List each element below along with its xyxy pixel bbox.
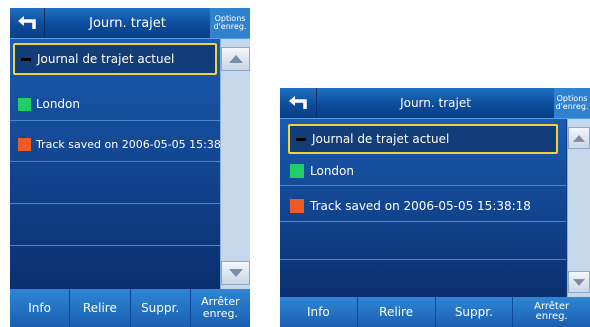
scroll-down-button[interactable] (221, 261, 250, 285)
replay-button[interactable]: Relire (358, 297, 436, 327)
track-item-saved[interactable]: Track saved on 2006-05-05 15:38:18 (280, 191, 566, 222)
scroll-up-button[interactable] (568, 127, 590, 149)
track-color-marker (296, 137, 306, 141)
track-item-empty (280, 265, 566, 295)
scroll-down-icon (573, 278, 585, 286)
options-label-line2: d'enreg. (555, 102, 589, 111)
track-label: Track saved on 2006-05-05 15:38:18 (310, 199, 531, 213)
track-item-current[interactable]: Journal de trajet actuel (13, 43, 217, 75)
track-label: Journal de trajet actuel (37, 52, 175, 66)
gps-screen-wide: Journ. trajet Options d'enreg. Journal d… (280, 88, 590, 327)
track-item-empty (280, 227, 566, 260)
options-label-line2: d'enreg. (213, 22, 247, 31)
bottom-toolbar: Info Relire Suppr. Arrêter enreg. (10, 289, 250, 327)
scrollbar[interactable] (567, 119, 590, 297)
stop-label-line2: enreg. (535, 311, 568, 322)
scroll-up-icon (228, 55, 243, 63)
track-label: Track saved on 2006-05-05 15:38:18 (36, 137, 220, 151)
scroll-down-icon (228, 269, 243, 277)
options-button[interactable]: Options d'enreg. (554, 88, 590, 118)
back-button[interactable] (280, 88, 317, 118)
page-title: Journ. trajet (400, 96, 471, 110)
track-item-london[interactable]: London (10, 88, 220, 121)
track-color-swatch (290, 199, 304, 213)
scroll-down-button[interactable] (568, 271, 590, 293)
track-color-swatch (18, 97, 31, 111)
gps-screen-small: Journ. trajet Options d'enreg. Journal d… (10, 8, 250, 327)
track-item-empty (10, 167, 220, 204)
info-button[interactable]: Info (10, 289, 71, 327)
stop-recording-button[interactable]: Arrêter enreg. (191, 289, 250, 327)
track-item-current[interactable]: Journal de trajet actuel (288, 124, 558, 154)
info-button[interactable]: Info (280, 297, 358, 327)
track-item-saved[interactable]: Track saved on 2006-05-05 15:38:18 (10, 127, 220, 162)
track-item-empty (10, 251, 220, 287)
delete-button[interactable]: Suppr. (131, 289, 191, 327)
track-label: London (310, 164, 354, 178)
track-color-marker (21, 57, 31, 61)
title-bar: Journ. trajet Options d'enreg. (280, 88, 590, 119)
track-item-london[interactable]: London (280, 157, 566, 186)
scroll-up-icon (573, 134, 585, 142)
back-arrow-icon (18, 16, 36, 29)
track-label: Journal de trajet actuel (312, 132, 450, 146)
replay-button[interactable]: Relire (70, 289, 131, 327)
track-color-swatch (18, 137, 31, 151)
track-label: London (36, 97, 80, 111)
options-button[interactable]: Options d'enreg. (210, 8, 250, 38)
track-item-empty (10, 209, 220, 246)
stop-recording-button[interactable]: Arrêter enreg. (513, 297, 590, 327)
scroll-up-button[interactable] (221, 47, 250, 71)
title-bar: Journ. trajet Options d'enreg. (10, 8, 250, 39)
track-color-swatch (290, 164, 304, 178)
back-button[interactable] (10, 8, 45, 38)
back-arrow-icon (289, 96, 307, 109)
scrollbar[interactable] (220, 39, 250, 289)
track-list: Journal de trajet actuel London Track sa… (280, 119, 566, 297)
delete-button[interactable]: Suppr. (436, 297, 514, 327)
track-list: Journal de trajet actuel London Track sa… (10, 39, 220, 289)
bottom-toolbar: Info Relire Suppr. Arrêter enreg. (280, 297, 590, 327)
stop-label-line2: enreg. (202, 307, 239, 320)
